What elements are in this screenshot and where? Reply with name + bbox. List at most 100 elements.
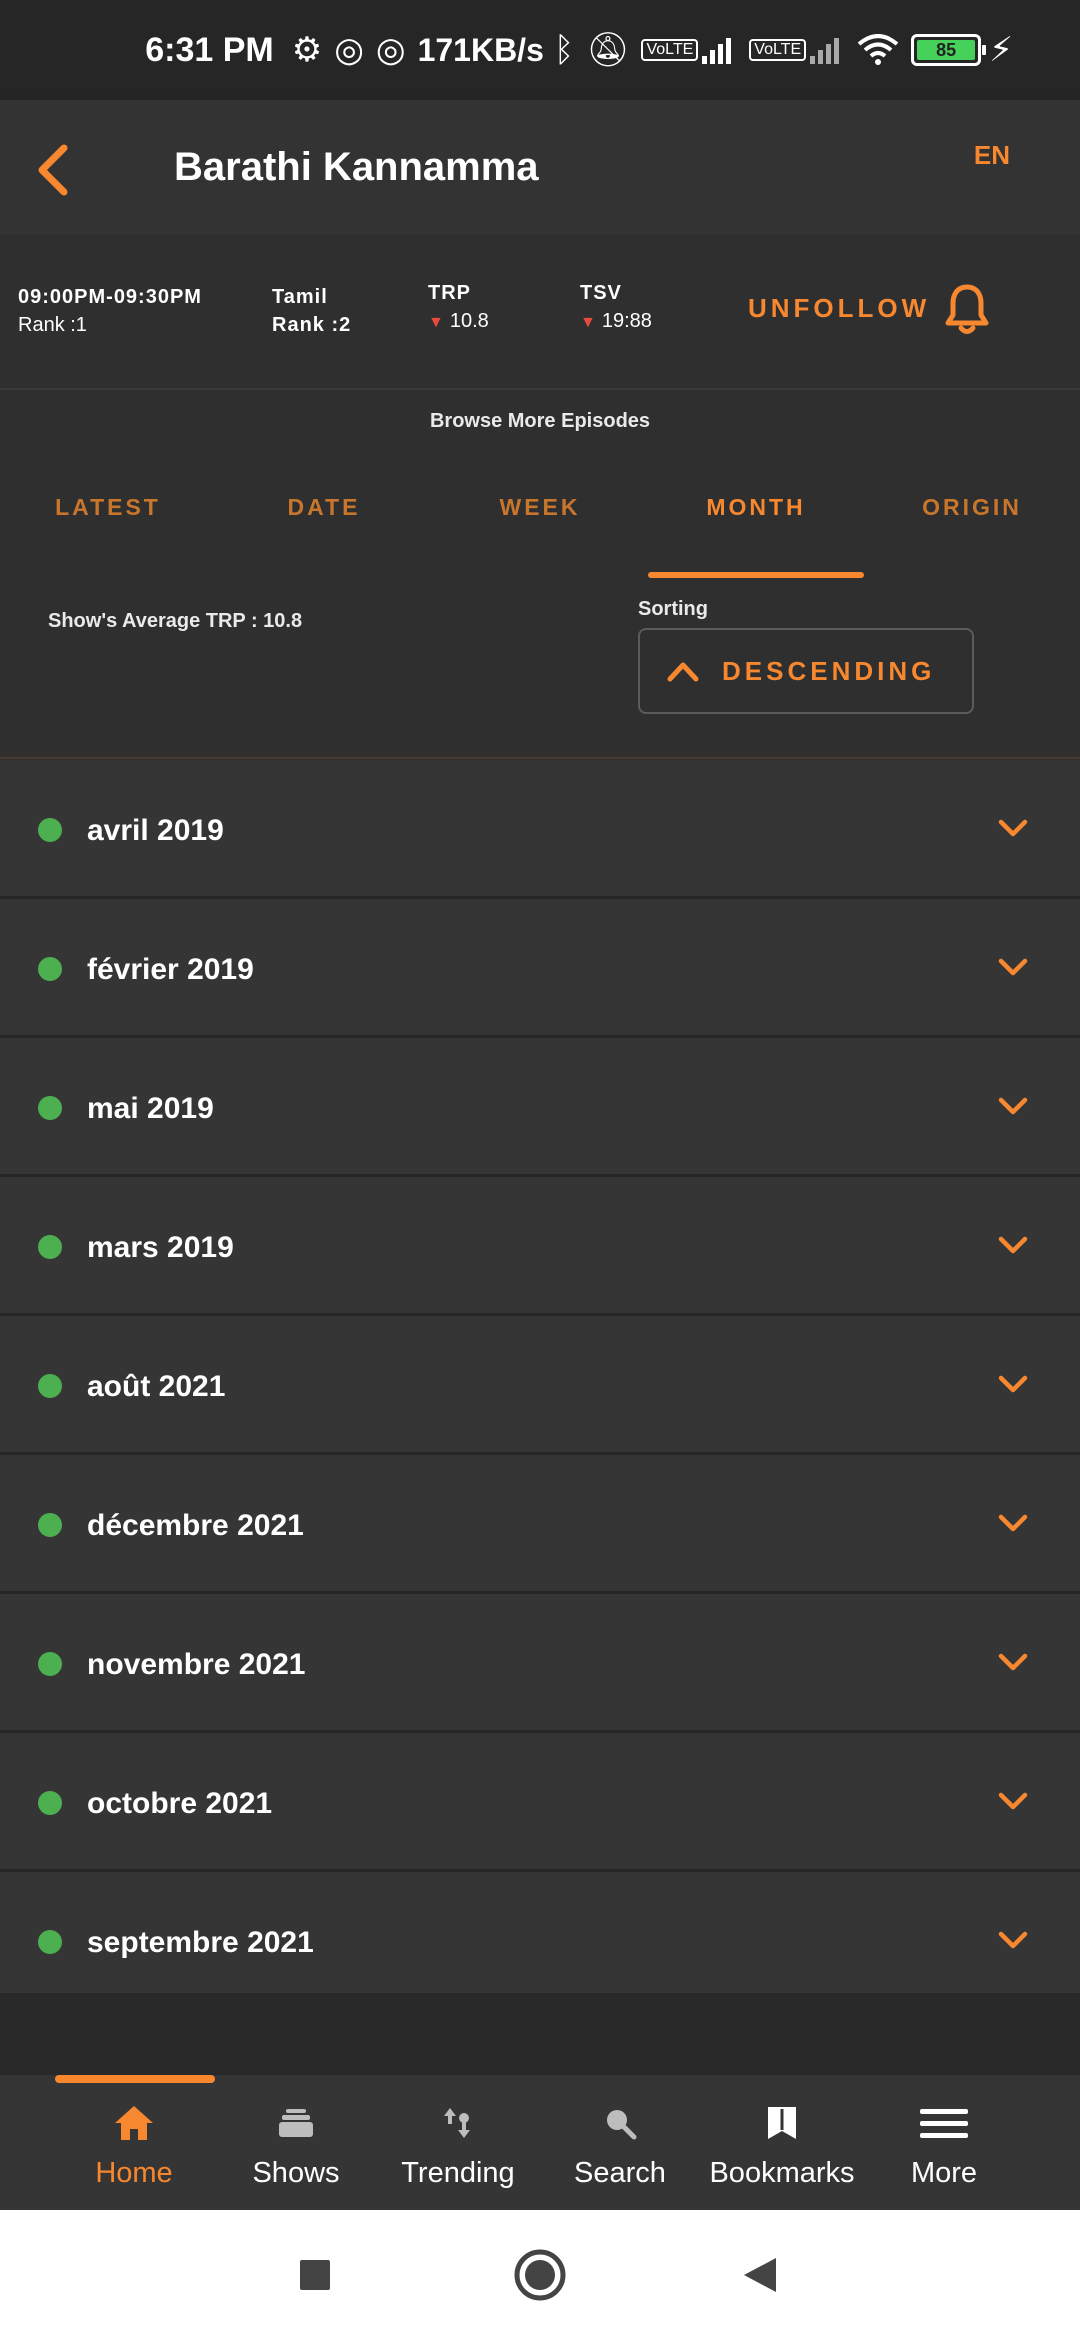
status-dot xyxy=(38,1930,62,1954)
month-label: avril 2019 xyxy=(87,814,224,847)
sort-order-button[interactable]: DESCENDING xyxy=(638,628,974,714)
nav-label-trending: Trending xyxy=(401,2157,515,2189)
nav-home[interactable]: Home xyxy=(53,2101,215,2190)
sync-icon-2: ◎ xyxy=(375,31,406,69)
show-info-bar: 09:00PM-09:30PM Rank :1 Tamil Rank :2 TR… xyxy=(0,235,1080,390)
average-trp: Show's Average TRP : 10.8 xyxy=(48,610,303,632)
unfollow-button[interactable]: UNFOLLOW xyxy=(748,293,930,324)
status-dot xyxy=(38,818,62,842)
trp-label: TRP xyxy=(428,282,471,304)
battery-icon: 85 xyxy=(911,34,987,66)
list-item[interactable]: avril 2019 xyxy=(0,760,1080,899)
chevron-down-icon[interactable] xyxy=(998,1096,1028,1116)
net-speed: 171KB/s xyxy=(417,31,544,68)
back-system-button[interactable] xyxy=(742,2256,778,2299)
tab-origin[interactable]: ORIGIN xyxy=(864,494,1080,521)
trend-down-icon: ▼ xyxy=(428,314,444,331)
nav-label-home: Home xyxy=(95,2157,173,2189)
status-dot xyxy=(38,1374,62,1398)
chevron-down-icon[interactable] xyxy=(998,1235,1028,1255)
page-title: Barathi Kannamma xyxy=(174,145,539,189)
volte-icon: VoLTE xyxy=(641,39,699,61)
notification-bell-icon[interactable] xyxy=(945,283,989,335)
chevron-down-icon[interactable] xyxy=(998,957,1028,977)
recents-button[interactable] xyxy=(298,2258,332,2297)
language-button[interactable]: EN xyxy=(974,140,1010,171)
settings-icon: ⚙ xyxy=(291,31,323,69)
signal-icon xyxy=(702,36,732,64)
wifi-icon xyxy=(857,34,899,66)
trp-value: 10.8 xyxy=(449,310,489,332)
month-label: octobre 2021 xyxy=(87,1787,273,1820)
chevron-up-icon xyxy=(667,662,699,682)
back-button[interactable] xyxy=(30,142,78,198)
status-dot xyxy=(38,1513,62,1537)
trending-icon xyxy=(377,2101,539,2145)
status-dot xyxy=(38,1652,62,1676)
list-item[interactable]: décembre 2021 xyxy=(0,1455,1080,1594)
nav-label-more: More xyxy=(910,2157,978,2189)
status-dot xyxy=(38,1096,62,1120)
nav-label-bookmarks: Bookmarks xyxy=(709,2157,855,2189)
nav-trending[interactable]: Trending xyxy=(377,2101,539,2190)
tab-date[interactable]: DATE xyxy=(216,494,432,521)
tsv-label: TSV xyxy=(580,282,622,304)
status-dot xyxy=(38,1235,62,1259)
month-list: avril 2019 février 2019 mai 2019 mars 20… xyxy=(0,760,1080,2011)
tab-month[interactable]: MONTH xyxy=(648,494,864,521)
status-bar: 6:31 PM ⚙ ◎ ◎ 171KB/s ᛒ 🔕︎ VoLTE VoLTE 8… xyxy=(0,0,1080,100)
month-label: décembre 2021 xyxy=(87,1509,304,1542)
list-item[interactable]: septembre 2021 xyxy=(0,1872,1080,2011)
sorting-label: Sorting xyxy=(638,598,708,620)
home-system-button[interactable] xyxy=(513,2248,567,2307)
status-time: 6:31 PM xyxy=(145,30,274,69)
trp-info: TRP ▼ 10.8 xyxy=(428,279,489,337)
back-arrow-icon xyxy=(38,144,68,196)
tab-week[interactable]: WEEK xyxy=(432,494,648,521)
menu-icon xyxy=(863,2101,1025,2145)
tsv-info: TSV ▼ 19:88 xyxy=(580,279,652,337)
list-item[interactable]: mars 2019 xyxy=(0,1177,1080,1316)
chevron-down-icon[interactable] xyxy=(998,1374,1028,1394)
list-item[interactable]: mai 2019 xyxy=(0,1038,1080,1177)
active-nav-indicator xyxy=(55,2075,215,2083)
list-end-spacer xyxy=(0,1993,1080,2075)
system-navigation-bar xyxy=(0,2210,1080,2340)
volte-icon-2: VoLTE xyxy=(749,39,807,61)
language-info: Tamil Rank :2 xyxy=(272,283,351,339)
sort-order-label: DESCENDING xyxy=(722,655,936,686)
browse-title: Browse More Episodes xyxy=(429,410,651,432)
chevron-down-icon[interactable] xyxy=(998,818,1028,838)
slot-info: 09:00PM-09:30PM Rank :1 xyxy=(18,283,202,339)
month-label: septembre 2021 xyxy=(87,1926,314,1959)
status-dot xyxy=(38,1791,62,1815)
status-dot xyxy=(38,957,62,981)
nav-bookmarks[interactable]: Bookmarks xyxy=(701,2101,863,2190)
chevron-down-icon[interactable] xyxy=(998,1513,1028,1533)
mute-icon: 🔕︎ xyxy=(586,31,630,69)
section-divider xyxy=(0,757,1080,759)
triangle-back-icon xyxy=(744,2258,776,2292)
nav-more[interactable]: More xyxy=(863,2101,1025,2190)
episode-tabs: LATEST DATE WEEK MONTH ORIGIN xyxy=(0,470,1080,580)
list-item[interactable]: février 2019 xyxy=(0,899,1080,1038)
show-language: Tamil xyxy=(272,286,328,308)
month-label: mars 2019 xyxy=(87,1231,234,1264)
sync-icon: ◎ xyxy=(334,31,364,69)
battery-level: 85 xyxy=(917,40,976,60)
slot-rank: Rank :1 xyxy=(18,314,87,336)
slot-time: 09:00PM-09:30PM xyxy=(18,286,202,308)
home-icon xyxy=(53,2101,215,2145)
chevron-down-icon[interactable] xyxy=(998,1930,1028,1950)
list-item[interactable]: août 2021 xyxy=(0,1316,1080,1455)
nav-shows[interactable]: Shows xyxy=(215,2101,377,2190)
list-item[interactable]: octobre 2021 xyxy=(0,1733,1080,1872)
tab-latest[interactable]: LATEST xyxy=(0,494,216,521)
list-item[interactable]: novembre 2021 xyxy=(0,1594,1080,1733)
circle-icon xyxy=(514,2249,566,2301)
language-rank: Rank :2 xyxy=(272,314,352,336)
month-label: août 2021 xyxy=(87,1370,226,1403)
chevron-down-icon[interactable] xyxy=(998,1791,1028,1811)
nav-search[interactable]: Search xyxy=(539,2101,701,2190)
chevron-down-icon[interactable] xyxy=(998,1652,1028,1672)
